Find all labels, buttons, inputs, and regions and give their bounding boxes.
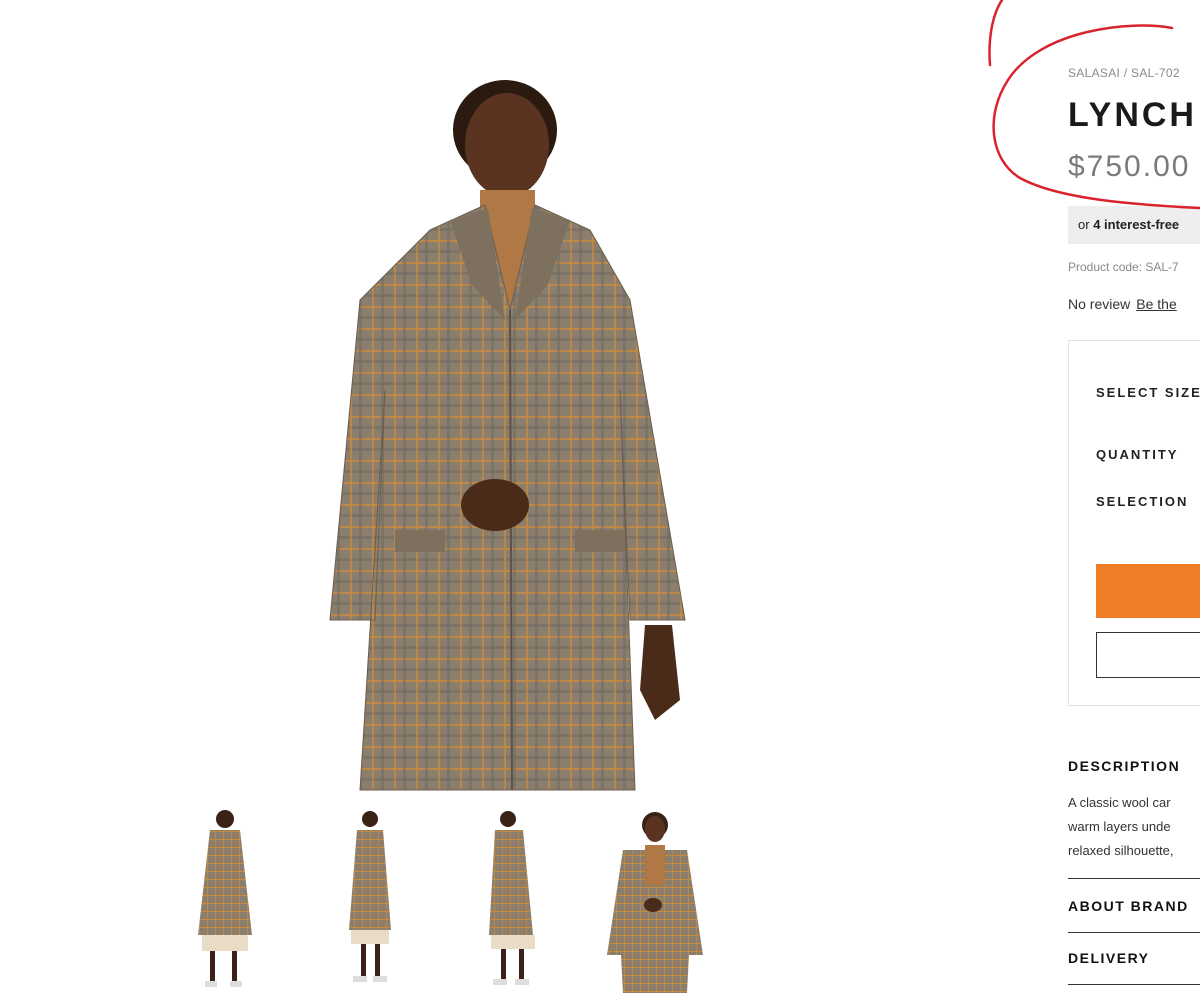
- add-to-cart-button[interactable]: [1096, 564, 1200, 618]
- product-code: Product code: SAL-7: [1068, 260, 1179, 274]
- selection-label: SELECTION: [1096, 494, 1189, 509]
- installments-prefix: or: [1078, 217, 1090, 232]
- description-line-2: warm layers unde: [1068, 819, 1171, 834]
- about-brand-heading[interactable]: ABOUT BRAND: [1068, 898, 1189, 914]
- description-heading[interactable]: DESCRIPTION: [1068, 758, 1180, 774]
- description-line-1: A classic wool car: [1068, 795, 1171, 810]
- thumbnail-side[interactable]: [335, 805, 435, 995]
- thumbnail-front[interactable]: [180, 805, 280, 995]
- quantity-label: QUANTITY: [1096, 447, 1179, 462]
- red-annotation-scribble: [988, 0, 1200, 210]
- reviews-row: No review Be the: [1068, 296, 1177, 312]
- main-product-image[interactable]: [300, 60, 720, 800]
- thumbnail-closeup[interactable]: [605, 805, 705, 995]
- installments-offer: 4 interest-free: [1093, 217, 1180, 232]
- section-divider: [1068, 878, 1200, 879]
- select-size-label[interactable]: SELECT SIZE: [1096, 385, 1200, 400]
- write-review-link[interactable]: Be the: [1136, 296, 1176, 312]
- section-divider: [1068, 984, 1200, 985]
- wishlist-button[interactable]: [1096, 632, 1200, 678]
- thumbnail-back[interactable]: [475, 805, 575, 995]
- section-divider: [1068, 932, 1200, 933]
- review-count-text: No review: [1068, 296, 1131, 312]
- description-line-3: relaxed silhouette,: [1068, 843, 1174, 858]
- delivery-heading[interactable]: DELIVERY: [1068, 950, 1150, 966]
